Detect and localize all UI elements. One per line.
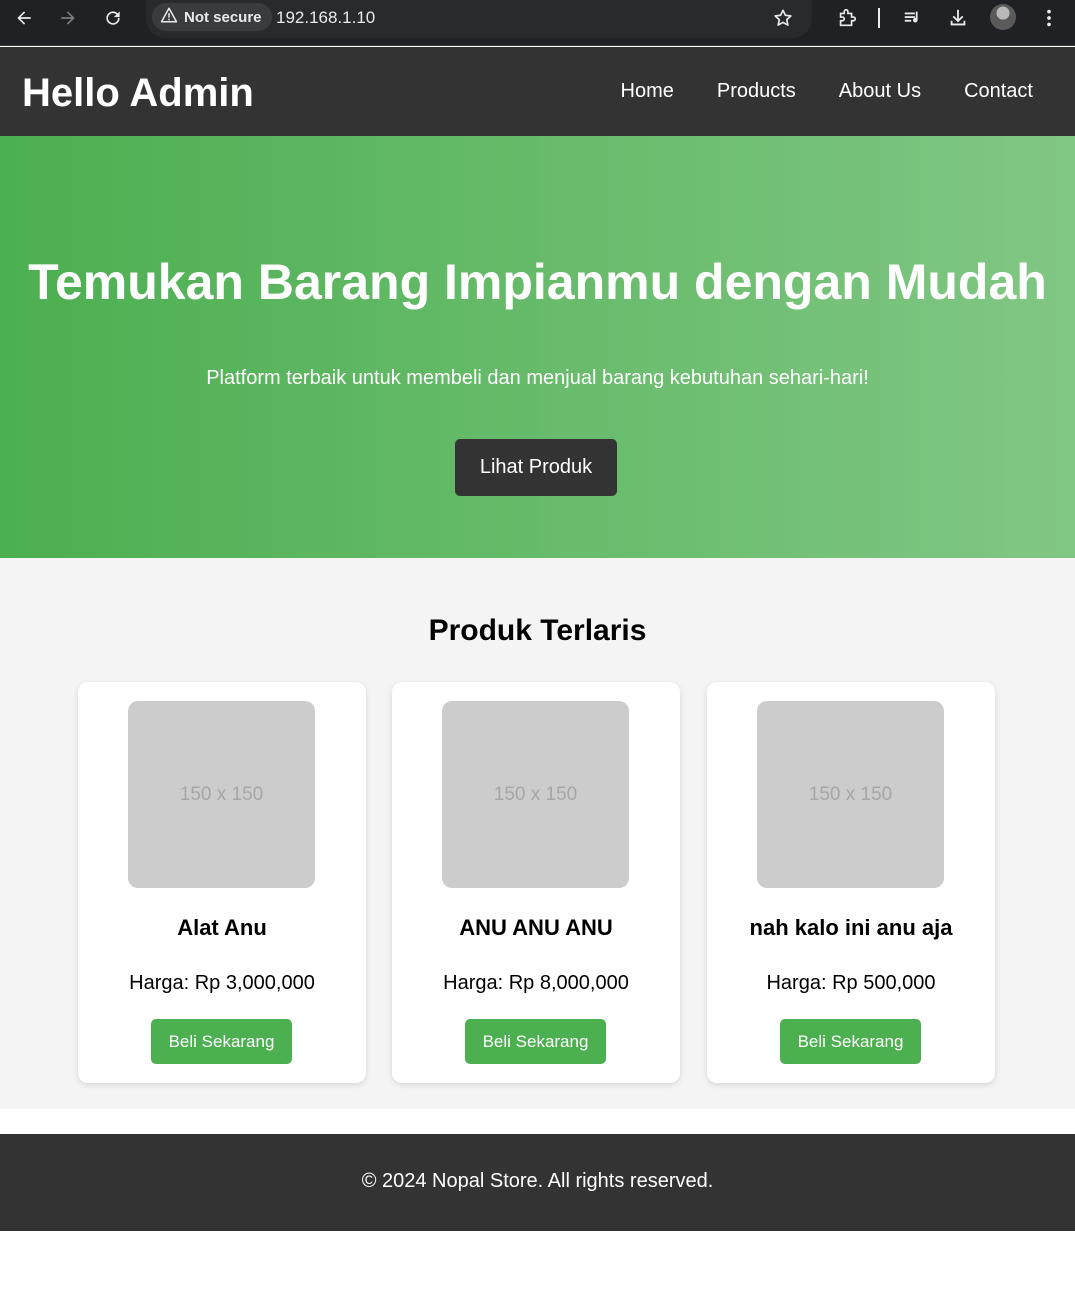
buy-now-button[interactable]: Beli Sekarang xyxy=(780,1019,921,1064)
product-card: 150 x 150 Alat Anu Harga: Rp 3,000,000 B… xyxy=(78,682,366,1083)
nav-link-about-us[interactable]: About Us xyxy=(839,80,921,103)
profile-avatar[interactable] xyxy=(990,4,1016,30)
forward-arrow-icon[interactable] xyxy=(50,5,86,31)
main-nav: Home Products About Us Contact xyxy=(621,80,1034,103)
hero-section: Temukan Barang Impianmu dengan Mudah Pla… xyxy=(0,136,1075,558)
security-chip[interactable]: Not secure xyxy=(152,3,272,31)
buy-now-button[interactable]: Beli Sekarang xyxy=(465,1019,606,1064)
back-arrow-icon[interactable] xyxy=(6,5,42,31)
hero-title: Temukan Barang Impianmu dengan Mudah xyxy=(28,254,1047,310)
hero-subtitle: Platform terbaik untuk membeli dan menju… xyxy=(206,367,869,389)
more-vert-icon[interactable] xyxy=(1036,5,1062,31)
browser-toolbar: Not secure 192.168.1.10 xyxy=(0,0,1075,46)
site-header: Hello Admin Home Products About Us Conta… xyxy=(0,47,1075,136)
address-bar[interactable]: Not secure 192.168.1.10 xyxy=(146,0,812,38)
extensions-icon[interactable] xyxy=(834,5,860,31)
brand-title: Hello Admin xyxy=(22,71,254,115)
product-price: Harga: Rp 3,000,000 xyxy=(129,972,315,994)
buy-now-button[interactable]: Beli Sekarang xyxy=(151,1019,292,1064)
reload-icon[interactable] xyxy=(95,5,131,31)
bookmark-star-icon[interactable] xyxy=(772,7,794,29)
view-products-button[interactable]: Lihat Produk xyxy=(455,439,617,496)
download-icon[interactable] xyxy=(945,5,971,31)
product-name: nah kalo ini anu aja xyxy=(749,915,953,940)
product-price: Harga: Rp 8,000,000 xyxy=(443,972,629,994)
product-name: ANU ANU ANU xyxy=(459,915,613,940)
url-text[interactable]: 192.168.1.10 xyxy=(276,8,375,28)
media-playlist-icon[interactable] xyxy=(900,5,926,31)
toolbar-separator xyxy=(878,8,880,28)
product-image-placeholder: 150 x 150 xyxy=(442,701,629,888)
footer-copyright: © 2024 Nopal Store. All rights reserved. xyxy=(361,1170,714,1192)
security-label: Not secure xyxy=(184,8,262,26)
product-price: Harga: Rp 500,000 xyxy=(766,972,936,994)
warning-icon xyxy=(160,6,178,28)
site-footer: © 2024 Nopal Store. All rights reserved. xyxy=(0,1134,1075,1231)
product-card: 150 x 150 nah kalo ini anu aja Harga: Rp… xyxy=(707,682,995,1083)
products-section: Produk Terlaris 150 x 150 Alat Anu Harga… xyxy=(0,558,1075,1109)
nav-link-products[interactable]: Products xyxy=(717,80,796,103)
product-image-placeholder: 150 x 150 xyxy=(757,701,944,888)
products-heading: Produk Terlaris xyxy=(428,614,647,647)
nav-link-home[interactable]: Home xyxy=(621,80,674,103)
product-image-placeholder: 150 x 150 xyxy=(128,701,315,888)
product-card: 150 x 150 ANU ANU ANU Harga: Rp 8,000,00… xyxy=(392,682,680,1083)
product-name: Alat Anu xyxy=(177,915,267,940)
nav-link-contact[interactable]: Contact xyxy=(964,80,1033,103)
